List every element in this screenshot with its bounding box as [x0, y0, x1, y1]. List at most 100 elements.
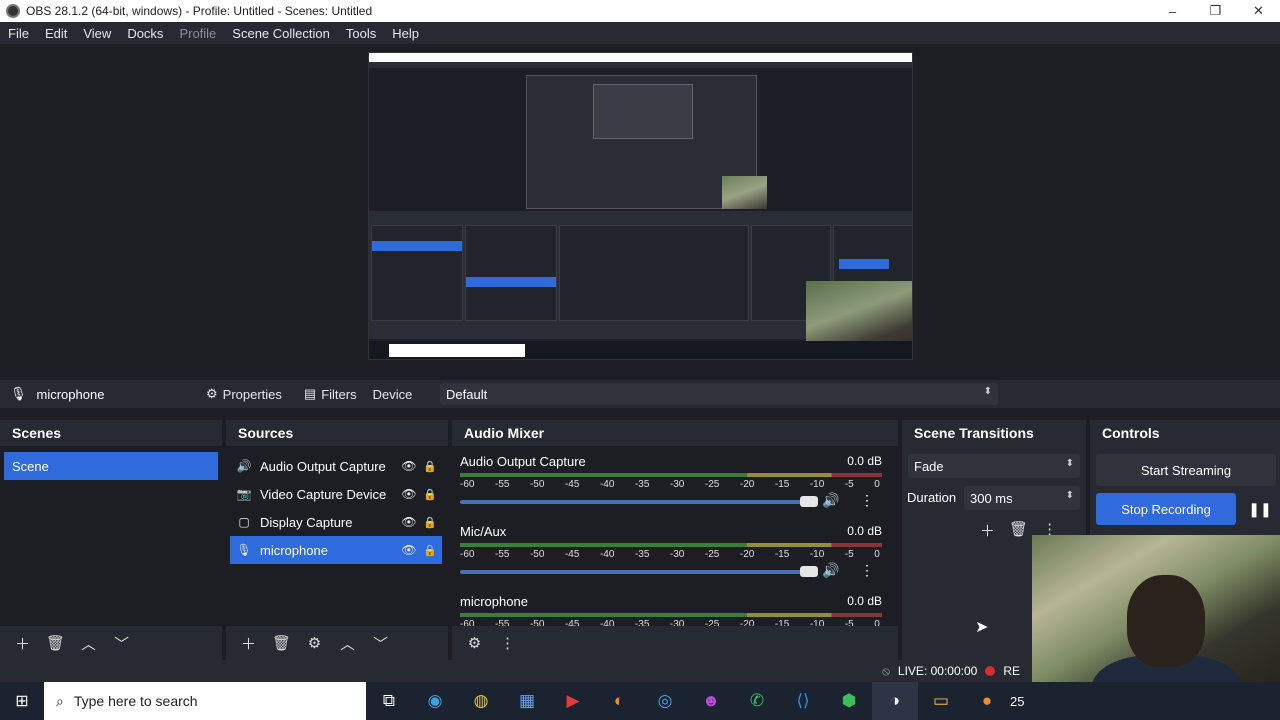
- preview-nested-menubar: [369, 62, 912, 68]
- spinner-icon[interactable]: ⬍: [1066, 490, 1074, 501]
- orange-app-icon[interactable]: ●: [964, 682, 1010, 720]
- gear-icon: ⚙: [206, 386, 218, 401]
- preview-canvas[interactable]: [368, 52, 913, 360]
- source-properties-button[interactable]: ⚙: [300, 631, 329, 655]
- mixer-menu-dots-icon[interactable]: ⋮: [493, 631, 522, 655]
- source-item-audio-output[interactable]: 🔊 Audio Output Capture 👁 🔒: [230, 452, 442, 480]
- meter-ticks: -60 -55 -50 -45 -40 -35 -30 -25 -20 -15 -10 -5 0: [460, 619, 880, 626]
- scene-item[interactable]: Scene: [4, 452, 218, 480]
- stop-recording-button[interactable]: Stop Recording: [1096, 493, 1236, 525]
- menu-docks[interactable]: Docks: [119, 26, 171, 41]
- speaker-mute-icon[interactable]: 🔊: [822, 562, 839, 579]
- menu-help[interactable]: Help: [384, 26, 427, 41]
- audio-mixer-dock: Audio Mixer Audio Output Capture 0.0 dB …: [452, 420, 898, 660]
- app-icon[interactable]: ◎: [642, 682, 688, 720]
- channel-menu-dots-icon[interactable]: ⋮: [860, 562, 874, 579]
- menu-scene-collection[interactable]: Scene Collection: [224, 26, 338, 41]
- close-button[interactable]: ✕: [1237, 0, 1280, 22]
- lock-icon[interactable]: 🔒: [418, 544, 442, 557]
- start-streaming-button[interactable]: Start Streaming: [1096, 454, 1276, 486]
- source-item-video-capture[interactable]: 📷 Video Capture Device 👁 🔒: [230, 480, 442, 508]
- lock-icon[interactable]: 🔒: [418, 488, 442, 501]
- menu-view[interactable]: View: [75, 26, 119, 41]
- firefox-icon[interactable]: ◐: [596, 682, 642, 720]
- pause-recording-button[interactable]: ❚❚: [1244, 493, 1276, 525]
- source-properties-bar: 🎙 microphone ⚙ Properties ▤ Filters Devi…: [0, 380, 1280, 408]
- taskbar-search[interactable]: ⌕ Type here to search: [44, 682, 366, 720]
- edge-browser-icon[interactable]: ◉: [412, 682, 458, 720]
- volume-meter: [460, 613, 882, 617]
- remove-scene-button[interactable]: 🗑: [41, 631, 70, 655]
- move-scene-down-button[interactable]: ﹀: [107, 631, 136, 655]
- properties-button[interactable]: ⚙ Properties: [200, 382, 288, 406]
- move-scene-up-button[interactable]: ︿: [74, 631, 103, 655]
- tray-text: 25: [1010, 693, 1025, 709]
- menu-edit[interactable]: Edit: [37, 26, 75, 41]
- remove-source-button[interactable]: 🗑: [267, 631, 296, 655]
- monitor-icon: ▢: [238, 515, 250, 529]
- menu-tools[interactable]: Tools: [338, 26, 384, 41]
- mixer-toolbar: ⚙ ⋮: [452, 626, 898, 660]
- mixer-channel-microphone: microphone 0.0 dB -60 -55 -50 -45 -40 -35 -30-…: [460, 592, 882, 626]
- device-select[interactable]: Default ⬍: [440, 383, 998, 405]
- minimize-button[interactable]: –: [1151, 0, 1194, 22]
- lock-icon[interactable]: 🔒: [418, 460, 442, 473]
- discord-app-icon[interactable]: ☻: [688, 682, 734, 720]
- menu-profile[interactable]: Profile: [171, 26, 224, 41]
- channel-name: microphone: [460, 593, 528, 609]
- move-source-up-button[interactable]: ︿: [333, 631, 362, 655]
- whatsapp-icon[interactable]: ✆: [734, 682, 780, 720]
- transition-select[interactable]: Fade ⬍: [908, 454, 1080, 478]
- source-item-display-capture[interactable]: ▢ Display Capture 👁 🔒: [230, 508, 442, 536]
- speaker-mute-icon[interactable]: 🔊: [822, 492, 839, 509]
- visibility-eye-icon[interactable]: 👁: [400, 487, 418, 501]
- preview-nested-titlebar: [369, 53, 912, 62]
- windows-start-button[interactable]: ⊞: [0, 682, 44, 720]
- channel-db: 0.0 dB: [847, 524, 882, 538]
- obs-taskbar-icon[interactable]: ◑: [872, 682, 918, 720]
- duration-value: 300 ms: [970, 490, 1013, 506]
- remove-transition-button[interactable]: 🗑: [1009, 520, 1028, 541]
- controls-title: Controls: [1102, 425, 1160, 441]
- meter-ticks: -60 -55 -50 -45 -40 -35 -30 -25 -20 -15 -10 -5 0: [460, 549, 880, 560]
- visibility-eye-icon[interactable]: 👁: [400, 543, 418, 557]
- sources-toolbar: ＋ 🗑 ⚙ ︿ ﹀: [226, 626, 448, 660]
- live-timer: LIVE: 00:00:00: [897, 664, 978, 678]
- channel-name: Mic/Aux: [460, 523, 507, 539]
- lock-icon[interactable]: 🔒: [418, 516, 442, 529]
- file-explorer-icon[interactable]: ▭: [918, 682, 964, 720]
- duration-label: Duration: [907, 490, 957, 505]
- file-app-icon[interactable]: ▦: [504, 682, 550, 720]
- visibility-eye-icon[interactable]: 👁: [400, 515, 418, 529]
- volume-slider-knob[interactable]: [800, 496, 818, 507]
- source-item-microphone[interactable]: 🎙 microphone 👁 🔒: [230, 536, 442, 564]
- menu-file[interactable]: File: [0, 26, 37, 41]
- filters-button[interactable]: ▤ Filters: [298, 382, 363, 406]
- vscode-icon[interactable]: ⟨⟩: [780, 682, 826, 720]
- move-source-down-button[interactable]: ﹀: [366, 631, 395, 655]
- youtube-icon[interactable]: ▶: [550, 682, 596, 720]
- volume-slider[interactable]: [460, 570, 816, 574]
- task-view-icon[interactable]: ⧉: [366, 682, 412, 720]
- visibility-eye-icon[interactable]: 👁: [400, 459, 418, 473]
- channel-db: 0.0 dB: [847, 454, 882, 468]
- restore-button[interactable]: ❐: [1194, 0, 1237, 22]
- channel-name: Audio Output Capture: [460, 453, 586, 469]
- advanced-audio-gear-icon[interactable]: ⚙: [460, 631, 489, 655]
- sources-dock: Sources 🔊 Audio Output Capture 👁 🔒 📷 Vid…: [226, 420, 448, 660]
- channel-menu-dots-icon[interactable]: ⋮: [860, 492, 874, 509]
- channel-db: 0.0 dB: [847, 594, 882, 608]
- filters-label: Filters: [321, 386, 357, 402]
- volume-slider-knob[interactable]: [800, 566, 818, 577]
- add-scene-button[interactable]: ＋: [8, 631, 37, 655]
- chrome-browser-icon[interactable]: ◍: [458, 682, 504, 720]
- add-transition-button[interactable]: ＋: [980, 520, 995, 541]
- duration-input[interactable]: 300 ms ⬍: [964, 486, 1080, 510]
- volume-slider[interactable]: [460, 500, 816, 504]
- game-app-icon[interactable]: ⬢: [826, 682, 872, 720]
- add-source-button[interactable]: ＋: [234, 631, 263, 655]
- preview-nested-scene-selected: [372, 241, 462, 251]
- window-controls: – ❐ ✕: [1151, 0, 1280, 22]
- mixer-channels: Audio Output Capture 0.0 dB -60 -55 -50 -45…: [452, 446, 898, 626]
- preview-nested-preview: [593, 84, 693, 139]
